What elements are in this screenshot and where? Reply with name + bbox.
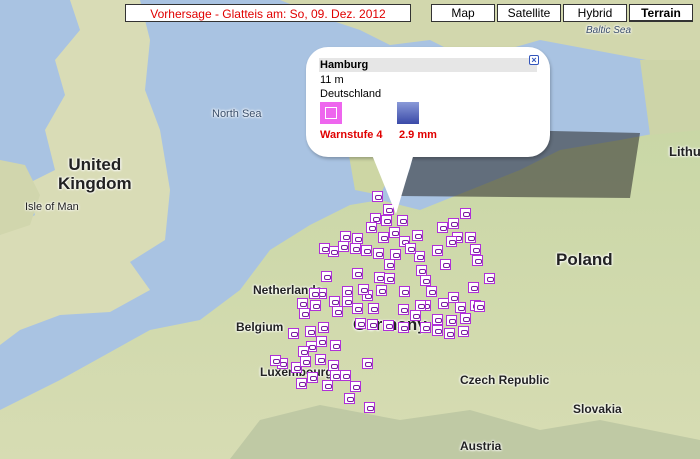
popup-country: Deutschland: [320, 88, 382, 100]
station-marker[interactable]: [367, 319, 378, 330]
station-marker[interactable]: [405, 243, 416, 254]
station-marker[interactable]: [465, 232, 476, 243]
station-marker[interactable]: [420, 275, 431, 286]
station-marker[interactable]: [362, 358, 373, 369]
station-marker[interactable]: [455, 302, 466, 313]
station-marker[interactable]: [412, 230, 423, 241]
station-marker[interactable]: [373, 248, 384, 259]
map-type-control: Map Satellite Hybrid Terrain: [431, 4, 693, 22]
station-marker[interactable]: [437, 222, 448, 233]
station-marker[interactable]: [332, 306, 343, 317]
station-marker[interactable]: [316, 336, 327, 347]
station-marker[interactable]: [470, 244, 481, 255]
station-marker[interactable]: [426, 286, 437, 297]
station-marker[interactable]: [438, 298, 449, 309]
station-marker[interactable]: [296, 378, 307, 389]
popup-warning-level: Warnstufe 4: [320, 129, 383, 141]
station-marker[interactable]: [270, 355, 281, 366]
map-type-satellite-button[interactable]: Satellite: [497, 4, 561, 22]
station-marker[interactable]: [383, 320, 394, 331]
station-marker[interactable]: [440, 259, 451, 270]
station-marker[interactable]: [305, 326, 316, 337]
station-marker[interactable]: [330, 340, 341, 351]
station-marker[interactable]: [444, 328, 455, 339]
station-marker[interactable]: [310, 300, 321, 311]
station-marker[interactable]: [432, 325, 443, 336]
precipitation-icon: [397, 102, 419, 124]
station-marker[interactable]: [484, 273, 495, 284]
map-type-hybrid-button[interactable]: Hybrid: [563, 4, 627, 22]
station-marker[interactable]: [460, 208, 471, 219]
station-marker[interactable]: [398, 304, 409, 315]
station-marker[interactable]: [340, 370, 351, 381]
station-marker[interactable]: [319, 243, 330, 254]
station-marker[interactable]: [350, 243, 361, 254]
forecast-title: Vorhersage - Glatteis am: So, 09. Dez. 2…: [125, 4, 411, 22]
close-icon[interactable]: ×: [529, 55, 539, 65]
station-marker[interactable]: [376, 285, 387, 296]
station-marker[interactable]: [307, 372, 318, 383]
station-marker[interactable]: [288, 328, 299, 339]
station-marker[interactable]: [338, 241, 349, 252]
station-marker[interactable]: [300, 356, 311, 367]
station-marker[interactable]: [446, 315, 457, 326]
station-marker[interactable]: [321, 271, 332, 282]
station-marker[interactable]: [468, 282, 479, 293]
station-marker[interactable]: [432, 245, 443, 256]
station-marker[interactable]: [350, 381, 361, 392]
station-marker[interactable]: [299, 308, 310, 319]
station-marker[interactable]: [432, 314, 443, 325]
station-marker[interactable]: [368, 303, 379, 314]
station-marker[interactable]: [420, 322, 431, 333]
station-marker[interactable]: [410, 310, 421, 321]
station-marker[interactable]: [364, 402, 375, 413]
station-marker[interactable]: [342, 286, 353, 297]
station-marker[interactable]: [361, 245, 372, 256]
station-marker[interactable]: [318, 322, 329, 333]
popup-pointer: [370, 150, 415, 214]
station-marker[interactable]: [322, 380, 333, 391]
station-marker[interactable]: [399, 286, 410, 297]
warning-level-icon: [320, 102, 342, 124]
popup-station-name: Hamburg: [319, 58, 537, 72]
station-marker[interactable]: [374, 272, 385, 283]
station-marker[interactable]: [474, 301, 485, 312]
station-marker[interactable]: [460, 313, 471, 324]
station-marker[interactable]: [415, 300, 426, 311]
station-marker[interactable]: [358, 284, 369, 295]
map-type-map-button[interactable]: Map: [431, 4, 495, 22]
popup-precipitation: 2.9 mm: [399, 129, 437, 141]
map-type-terrain-button[interactable]: Terrain: [629, 4, 693, 22]
station-marker[interactable]: [344, 393, 355, 404]
station-marker[interactable]: [398, 322, 409, 333]
station-marker[interactable]: [315, 354, 326, 365]
station-marker[interactable]: [458, 326, 469, 337]
station-marker[interactable]: [384, 259, 395, 270]
station-marker[interactable]: [446, 236, 457, 247]
station-marker[interactable]: [397, 215, 408, 226]
station-info-popup: Hamburg × 11 m Deutschland Warnstufe 4 2…: [306, 47, 550, 157]
station-marker[interactable]: [352, 303, 363, 314]
station-marker[interactable]: [384, 273, 395, 284]
station-marker[interactable]: [366, 222, 377, 233]
station-marker[interactable]: [352, 268, 363, 279]
station-marker[interactable]: [381, 215, 392, 226]
station-marker[interactable]: [355, 318, 366, 329]
station-marker[interactable]: [472, 255, 483, 266]
station-marker[interactable]: [309, 288, 320, 299]
station-marker[interactable]: [448, 218, 459, 229]
popup-elevation: 11 m: [320, 74, 344, 86]
station-marker[interactable]: [378, 232, 389, 243]
map-canvas[interactable]: North Sea Baltic Sea United Kingdom Isle…: [0, 0, 700, 459]
station-marker[interactable]: [448, 292, 459, 303]
